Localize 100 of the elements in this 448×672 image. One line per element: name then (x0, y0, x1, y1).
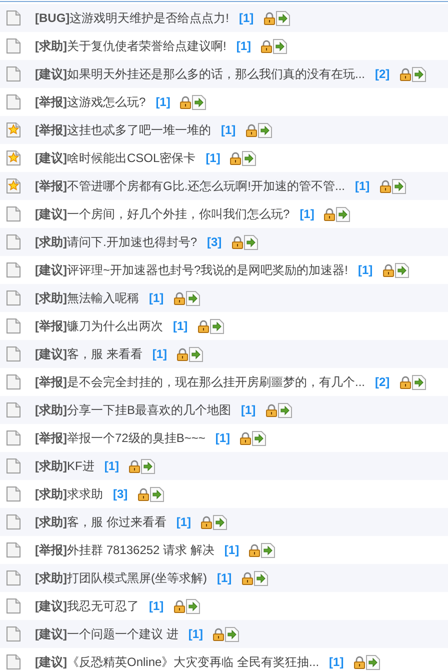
thread-title-link[interactable]: 《反恐精英Online》大灾变再临 全民有奖狂抽... (67, 653, 320, 671)
lock-icon (380, 180, 391, 192)
arrow-page-icon[interactable] (278, 402, 292, 418)
thread-title-link[interactable]: 我忍无可忍了 (67, 597, 139, 615)
thread-title-link[interactable]: 镰刀为什么出两次 (67, 317, 163, 335)
thread-tag: [建议] (35, 261, 67, 279)
thread-tag: [求助] (35, 485, 67, 503)
thread-title-link[interactable]: 分享一下挂B最喜欢的几个地图 (67, 401, 232, 419)
thread-title-link[interactable]: 举报一个72级的臭挂B~~~ (67, 429, 206, 447)
lock-icon (232, 236, 243, 248)
thread-title-link[interactable]: 这游戏怎么玩? (67, 93, 146, 111)
arrow-page-icon[interactable] (258, 122, 272, 138)
lock-icon (138, 488, 149, 500)
lock-icon (242, 572, 253, 584)
thread-icon (6, 38, 21, 54)
thread-tag: [求助] (35, 289, 67, 307)
thread-icon (6, 94, 21, 110)
lock-icon (177, 348, 188, 360)
thread-title-link[interactable]: 这挂也忒多了吧一堆一堆的 (67, 121, 211, 139)
thread-title-link[interactable]: 这游戏明天维护是否给点点力! (70, 9, 230, 27)
thread-icon (6, 374, 21, 390)
lock-icon (400, 376, 411, 388)
arrow-page-icon[interactable] (276, 10, 290, 26)
lock-icon (201, 516, 212, 528)
arrow-page-icon[interactable] (242, 150, 256, 166)
thread-title-link[interactable]: 無法輸入呢稱 (67, 289, 139, 307)
thread-icon (6, 514, 21, 530)
thread-title-link[interactable]: 评评理~开加速器也封号?我说的是网吧奖励的加速器! (67, 261, 348, 279)
thread-tag: [BUG] (35, 9, 70, 27)
thread-tag: [求助] (35, 37, 67, 55)
thread-icon (6, 402, 21, 418)
arrow-page-icon[interactable] (254, 570, 268, 586)
thread-tag: [求助] (35, 457, 67, 475)
thread-tag: [求助] (35, 233, 67, 251)
thread-title-link[interactable]: 关于复仇使者荣誉给点建议啊! (67, 37, 226, 55)
arrow-page-icon[interactable] (261, 542, 276, 558)
arrow-page-icon[interactable] (213, 514, 228, 530)
thread-title-link[interactable]: 一个问题一个建议 进 (67, 625, 178, 643)
arrow-page-icon[interactable] (412, 66, 426, 82)
thread-icon (6, 66, 21, 82)
lock-icon (382, 264, 394, 276)
thread-title-link[interactable]: 不管进哪个房都有G比.还怎么玩啊!开加速的管不管... (67, 177, 346, 195)
arrow-page-icon[interactable] (366, 654, 380, 670)
thread-title-link[interactable]: 打团队模式黑屏(坐等求解) (67, 569, 207, 587)
thread-tag: [建议] (35, 205, 67, 223)
lock-icon (400, 68, 411, 80)
arrow-page-icon[interactable] (394, 262, 409, 278)
lock-icon (198, 320, 209, 332)
thread-tag: [举报] (35, 429, 67, 447)
thread-tag: [举报] (35, 177, 67, 195)
thread-tag: [建议] (35, 345, 67, 363)
arrow-page-icon[interactable] (225, 626, 240, 642)
thread-icon (6, 290, 21, 306)
lock-icon (266, 404, 277, 416)
thread-tag: [求助] (35, 401, 67, 419)
lock-icon (246, 124, 257, 136)
arrow-page-icon[interactable] (192, 94, 206, 110)
thread-tag: [建议] (35, 625, 67, 643)
thread-title-link[interactable]: 外挂群 78136252 请求 解决 (67, 541, 214, 559)
thread-icon (6, 598, 21, 614)
thread-tag: [举报] (35, 541, 67, 559)
thread-icon (6, 206, 21, 222)
arrow-page-icon[interactable] (412, 374, 426, 390)
arrow-page-icon[interactable] (244, 234, 258, 250)
thread-icon (6, 262, 21, 278)
arrow-page-icon[interactable] (336, 206, 350, 222)
thread-tag: [举报] (35, 121, 67, 139)
thread-title-link[interactable]: 求求助 (67, 485, 103, 503)
lock-icon (129, 460, 140, 472)
arrow-page-icon[interactable] (141, 458, 156, 474)
lock-icon (230, 152, 242, 164)
thread-icon (6, 542, 21, 558)
thread-tag: [建议] (35, 65, 67, 83)
thread-title-link[interactable]: 啥时候能出CSOL密保卡 (67, 149, 196, 167)
thread-title-link[interactable]: 客，服 你过来看看 (67, 513, 166, 531)
lock-icon (264, 12, 275, 24)
arrow-page-icon[interactable] (210, 318, 224, 334)
lock-icon (249, 544, 260, 556)
arrow-page-icon[interactable] (392, 178, 406, 194)
thread-tag: [建议] (35, 149, 67, 167)
thread-title-link[interactable]: 如果明天外挂还是那么多的话，那么我们真的没有在玩... (67, 65, 366, 83)
arrow-page-icon[interactable] (186, 598, 200, 614)
arrow-page-icon[interactable] (273, 38, 288, 54)
arrow-page-icon[interactable] (186, 290, 200, 306)
thread-title-link[interactable]: KF进 (67, 457, 94, 475)
thread-tag: [求助] (35, 569, 67, 587)
thread-tag: [举报] (35, 373, 67, 391)
thread-tag: [举报] (35, 93, 67, 111)
lock-icon (240, 432, 252, 444)
thread-tag: [建议] (35, 597, 67, 615)
thread-title-link[interactable]: 请问下.开加速也得封号? (67, 233, 198, 251)
thread-title-link[interactable]: 一个房间，好几个外挂，你叫我们怎么玩? (67, 205, 290, 223)
thread-icon (6, 458, 21, 474)
thread-title-link[interactable]: 客，服 来看看 (67, 345, 142, 363)
arrow-page-icon[interactable] (252, 430, 266, 446)
arrow-page-icon[interactable] (189, 346, 204, 362)
arrow-page-icon[interactable] (150, 486, 164, 502)
thread-tag: [举报] (35, 317, 67, 335)
thread-icon (6, 626, 21, 642)
thread-title-link[interactable]: 是不会完全封挂的，现在那么挂开房刷噩梦的，有几个... (67, 373, 366, 391)
